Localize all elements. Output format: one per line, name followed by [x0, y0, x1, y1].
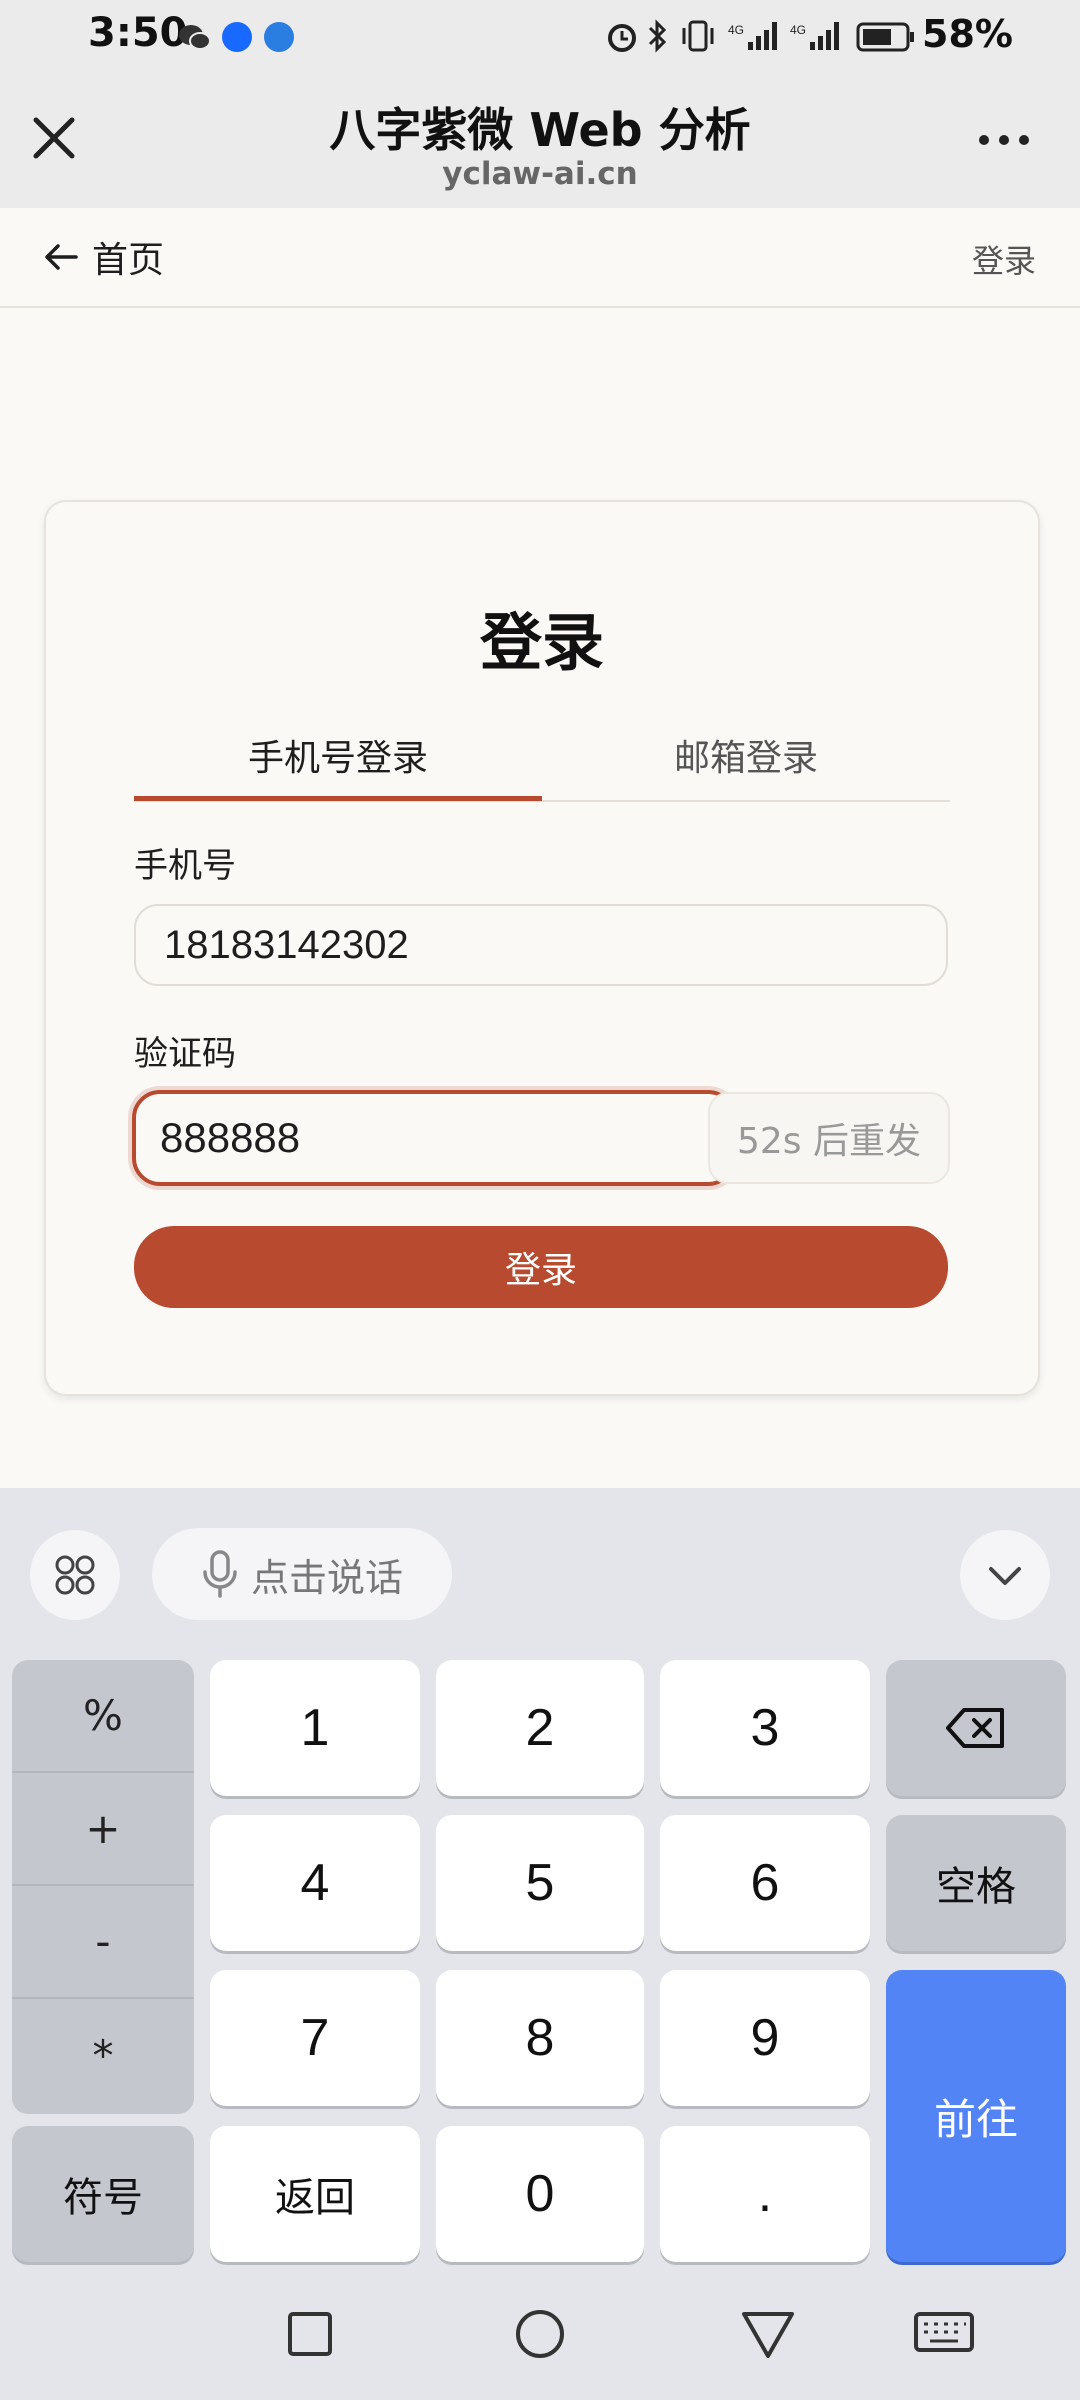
wechat-icon [178, 22, 211, 52]
key-0[interactable]: 0 [436, 2126, 644, 2262]
home-circle-icon[interactable] [510, 2304, 570, 2368]
key-back[interactable]: 返回 [210, 2126, 420, 2262]
app-notification-icon [222, 22, 252, 52]
browser-title-bar: 八字紫微 Web 分析 yclaw-ai.cn [0, 80, 1080, 208]
phone-input[interactable] [134, 904, 948, 986]
numeric-keyboard: 点击说话 % + - * 符号 1 2 3 4 5 6 7 8 9 返回 0 .… [0, 1488, 1080, 2400]
resend-code-button[interactable]: 52s 后重发 [708, 1092, 950, 1184]
svg-text:4G: 4G [728, 23, 744, 37]
tab-email-login[interactable]: 邮箱登录 [542, 712, 950, 798]
vibrate-icon [678, 18, 718, 54]
key-asterisk[interactable]: * [12, 1999, 194, 2112]
active-tab-indicator [134, 796, 542, 801]
key-go[interactable]: 前往 [886, 1970, 1066, 2262]
more-options-icon[interactable] [972, 108, 1036, 172]
chevron-down-icon[interactable] [960, 1530, 1050, 1620]
key-symbols[interactable]: 符号 [12, 2126, 194, 2262]
system-nav-bar [0, 2278, 1080, 2400]
key-dot[interactable]: . [660, 2126, 870, 2262]
login-submit-button[interactable]: 登录 [134, 1226, 948, 1308]
code-label: 验证码 [134, 1034, 236, 1074]
key-2[interactable]: 2 [436, 1660, 644, 1796]
keyboard-switch-icon[interactable] [912, 2308, 976, 2364]
microphone-icon [203, 1550, 237, 1598]
back-home-label: 首页 [92, 240, 165, 281]
verification-code-input[interactable] [132, 1090, 736, 1186]
signal-4g-2-icon: 4G [790, 18, 846, 54]
arrow-left-icon [45, 244, 78, 270]
key-5[interactable]: 5 [436, 1815, 644, 1951]
key-6[interactable]: 6 [660, 1815, 870, 1951]
alarm-icon [604, 18, 640, 54]
key-plus[interactable]: + [12, 1773, 194, 1886]
key-space[interactable]: 空格 [886, 1815, 1066, 1951]
header-login-link[interactable]: 登录 [972, 236, 1036, 282]
browser-notification-icon [264, 22, 294, 52]
backspace-key[interactable] [886, 1660, 1066, 1796]
svg-text:4G: 4G [790, 23, 806, 37]
back-home-link[interactable]: 首页 [42, 232, 164, 282]
login-card: 登录 手机号登录 邮箱登录 手机号 验证码 52s 后重发 登录 [44, 500, 1040, 1396]
symbol-column: % + - * [12, 1660, 194, 2114]
key-percent[interactable]: % [12, 1660, 194, 1773]
key-4[interactable]: 4 [210, 1815, 420, 1951]
voice-input-label: 点击说话 [250, 1555, 403, 1600]
key-8[interactable]: 8 [436, 1970, 644, 2106]
battery-icon [856, 18, 916, 54]
back-triangle-icon[interactable] [738, 2306, 798, 2366]
status-bar: 3:50 4G 4G 58% [0, 0, 1080, 80]
login-tabs: 手机号登录 邮箱登录 [134, 712, 950, 802]
keyboard-menu-icon[interactable] [30, 1530, 120, 1620]
phone-label: 手机号 [134, 846, 236, 886]
site-header: 首页 登录 [0, 208, 1080, 308]
signal-4g-icon: 4G [728, 18, 784, 54]
tab-phone-login[interactable]: 手机号登录 [134, 712, 542, 798]
key-9[interactable]: 9 [660, 1970, 870, 2106]
key-minus[interactable]: - [12, 1886, 194, 1999]
voice-input-button[interactable]: 点击说话 [152, 1528, 452, 1620]
login-title: 登录 [479, 606, 604, 679]
page-domain: yclaw-ai.cn [442, 156, 638, 192]
battery-percent: 58% [922, 12, 1013, 56]
key-7[interactable]: 7 [210, 1970, 420, 2106]
page-title: 八字紫微 Web 分析 [329, 103, 751, 157]
key-1[interactable]: 1 [210, 1660, 420, 1796]
key-3[interactable]: 3 [660, 1660, 870, 1796]
status-time: 3:50 [88, 10, 188, 56]
bluetooth-icon [646, 18, 670, 54]
recents-square-icon[interactable] [282, 2306, 338, 2366]
backspace-icon [946, 1708, 1004, 1748]
